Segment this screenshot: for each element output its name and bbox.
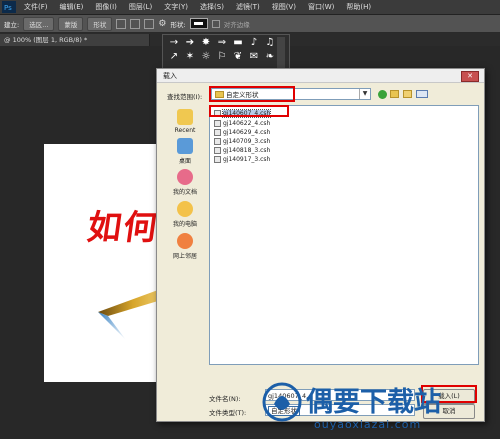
menu-filter[interactable]: 滤镜(T): [230, 2, 266, 12]
place-my-documents[interactable]: 我的文档: [167, 169, 203, 196]
place-my-computer[interactable]: 我的电脑: [167, 201, 203, 228]
place-label: 我的电脑: [172, 221, 197, 228]
menu-window[interactable]: 窗口(W): [302, 2, 340, 12]
filename-label: 文件名(N):: [209, 395, 241, 403]
place-recent[interactable]: Recent: [167, 109, 203, 134]
look-in-label: 查找范围(I):: [167, 93, 203, 101]
file-name: gj140818_3.csh: [223, 146, 271, 154]
menubar: Ps 文件(F) 编辑(E) 图像(I) 图层(L) 文字(Y) 选择(S) 滤…: [0, 0, 500, 15]
menu-select[interactable]: 选择(S): [194, 2, 230, 12]
align-edges-checkbox[interactable]: [211, 19, 220, 28]
file-name: gj140622_4.csh: [223, 119, 271, 127]
filetype-label: 文件类型(T):: [209, 409, 247, 417]
bulb-shape-icon[interactable]: ☼: [199, 51, 213, 63]
scrollbar-icon[interactable]: [277, 37, 285, 71]
options-bar: 建立: 选区... 蒙版 形状 ⚙ 形状: 对齐边缘: [0, 15, 500, 33]
file-icon: [214, 119, 221, 127]
rectangle-shape-icon[interactable]: ▬: [231, 37, 245, 49]
burst-shape-icon[interactable]: ✸: [199, 37, 213, 49]
place-label: 桌面: [178, 158, 191, 165]
my-documents-icon: [177, 169, 193, 185]
align-edges-label: 对齐边缘: [223, 20, 250, 29]
file-icon: [214, 155, 221, 163]
sign-shape-icon[interactable]: ⚐: [215, 51, 229, 63]
document-tab[interactable]: @ 100% (图层 1, RGB/8) *: [0, 34, 150, 46]
list-item[interactable]: gj140917_3.csh: [214, 155, 270, 163]
load-dialog: 载入 ✕ 查找范围(I): 自定义形状 ▼ Recent 桌面 我的文档 我的电…: [156, 68, 485, 422]
canvas-char-1: 如: [84, 208, 125, 248]
site-watermark: 偶要下载站 ouyaoxiazai.com: [262, 380, 492, 436]
shape-label: 形状:: [170, 20, 186, 29]
place-label: 网上邻居: [172, 253, 197, 260]
back-icon[interactable]: [378, 90, 387, 99]
recent-folder-icon: [177, 109, 193, 125]
arrow-shape-icon[interactable]: ➔: [183, 37, 197, 49]
file-list[interactable]: gj140607_4.csh gj140622_4.csh gj140629_4…: [209, 105, 479, 365]
arrow-shape-icon[interactable]: →: [167, 37, 181, 49]
file-name: gj140709_3.csh: [223, 137, 271, 145]
look-in-highlight: [209, 86, 295, 102]
path-operations-icon[interactable]: [116, 18, 127, 29]
network-places-icon: [177, 233, 193, 249]
make-shape-button[interactable]: 形状: [87, 16, 113, 31]
scroll-shape-icon[interactable]: ❧: [263, 51, 277, 63]
arrow-shape-icon[interactable]: ↗: [167, 51, 181, 63]
file-icon: [214, 146, 221, 154]
selected-file-highlight: [209, 105, 289, 117]
dialog-title: 载入: [157, 69, 484, 83]
make-label: 建立:: [4, 20, 20, 29]
star-shape-icon[interactable]: ✶: [183, 51, 197, 63]
place-network[interactable]: 网上邻居: [167, 233, 203, 260]
desktop-icon: [177, 138, 193, 154]
arrow-shape-icon[interactable]: ⇒: [215, 37, 229, 49]
menu-type[interactable]: 文字(Y): [158, 2, 194, 12]
menu-file[interactable]: 文件(F): [18, 2, 54, 12]
file-icon: [214, 137, 221, 145]
view-menu-icon[interactable]: [416, 90, 428, 98]
file-icon: [214, 128, 221, 136]
close-button[interactable]: ✕: [461, 71, 479, 82]
photoshop-icon: Ps: [2, 1, 16, 13]
music-note-shape-icon[interactable]: ♫: [263, 37, 277, 49]
place-desktop[interactable]: 桌面: [167, 138, 203, 165]
chevron-down-icon[interactable]: ▼: [359, 89, 370, 99]
music-note-shape-icon[interactable]: ♪: [247, 37, 261, 49]
file-name: gj140917_3.csh: [223, 155, 271, 163]
menu-image[interactable]: 图像(I): [89, 2, 123, 12]
file-name: gj140629_4.csh: [223, 128, 271, 136]
menu-view[interactable]: 视图(V): [266, 2, 302, 12]
settings-gear-icon[interactable]: ⚙: [158, 19, 166, 29]
site-logo-icon: [262, 382, 302, 422]
list-item[interactable]: gj140622_4.csh: [214, 119, 270, 127]
watermark-url: ouyaoxiazai.com: [314, 418, 422, 431]
new-folder-icon[interactable]: [403, 90, 412, 98]
shape-picker-swatch[interactable]: [189, 18, 208, 29]
list-item[interactable]: gj140629_4.csh: [214, 128, 270, 136]
up-folder-icon[interactable]: [390, 90, 399, 98]
make-selection-button[interactable]: 选区...: [23, 16, 55, 31]
make-mask-button[interactable]: 蒙版: [58, 16, 84, 31]
menu-layer[interactable]: 图层(L): [123, 2, 158, 12]
list-item[interactable]: gj140709_3.csh: [214, 137, 270, 145]
envelope-shape-icon[interactable]: ✉: [247, 51, 261, 63]
my-computer-icon: [177, 201, 193, 217]
place-label: Recent: [174, 127, 196, 134]
path-alignment-icon[interactable]: [130, 18, 141, 29]
svg-text:Ps: Ps: [4, 4, 12, 12]
menu-edit[interactable]: 编辑(E): [54, 2, 90, 12]
grass-shape-icon[interactable]: ❦: [231, 51, 245, 63]
place-label: 我的文档: [172, 189, 197, 196]
places-bar: Recent 桌面 我的文档 我的电脑 网上邻居: [167, 105, 203, 355]
watermark-brand: 偶要下载站: [306, 387, 441, 418]
list-item[interactable]: gj140818_3.csh: [214, 146, 270, 154]
menu-help[interactable]: 帮助(H): [340, 2, 377, 12]
path-arrangement-icon[interactable]: [144, 18, 155, 29]
